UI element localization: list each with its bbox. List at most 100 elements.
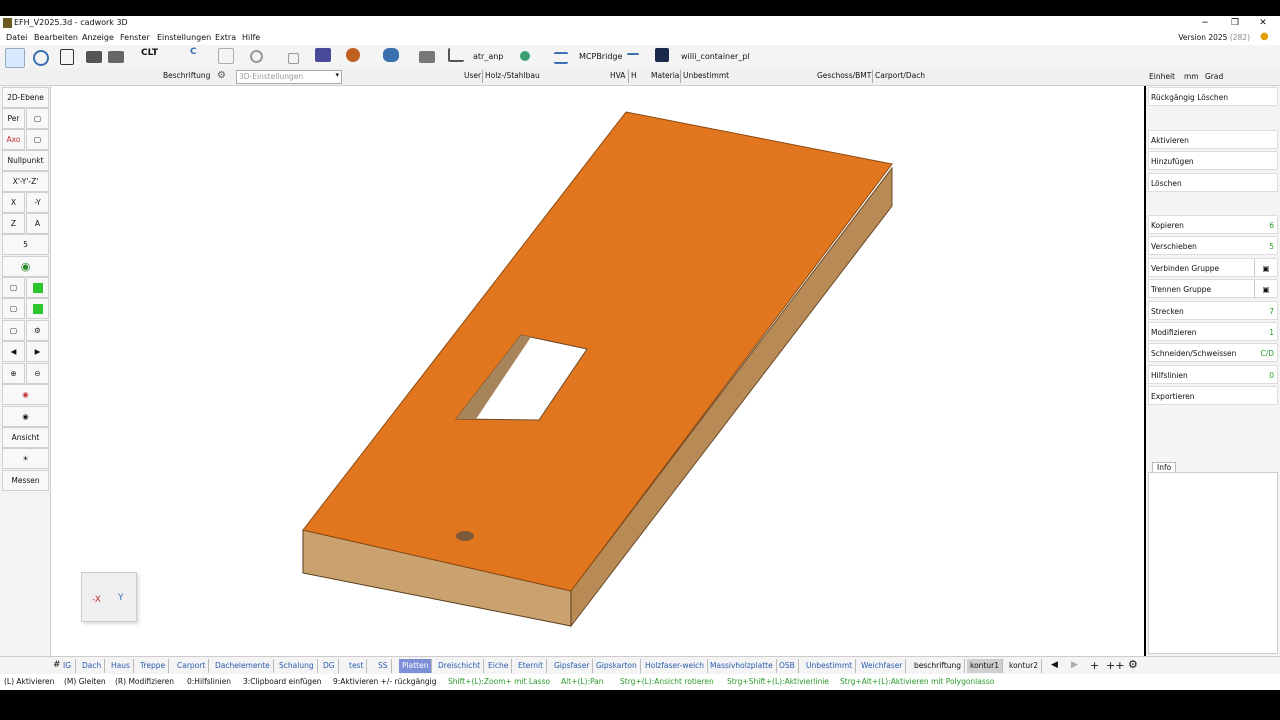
select-icon[interactable] <box>5 48 25 68</box>
cube-wire-icon[interactable]: ▢ <box>2 277 25 298</box>
tab-dach[interactable]: Dach <box>79 659 106 673</box>
z-view-button[interactable]: Z <box>2 213 25 234</box>
cube-per-icon[interactable]: ▢ <box>26 108 49 129</box>
tab-carport[interactable]: Carport <box>174 659 210 673</box>
chart-icon[interactable] <box>448 48 464 62</box>
light-next-icon[interactable]: ▶ <box>26 341 49 362</box>
csv-icon[interactable] <box>315 48 331 62</box>
material-value[interactable]: Unbestimmt <box>683 71 729 80</box>
truck-icon[interactable] <box>419 51 435 63</box>
messen-button[interactable]: Messen <box>2 470 49 491</box>
light-prev-icon[interactable]: ◀ <box>2 341 25 362</box>
xyz-button[interactable]: X'-Y'-Z' <box>2 171 49 192</box>
clt-button[interactable]: CLT <box>141 48 158 58</box>
3d-viewport[interactable]: -X Y <box>51 86 1144 656</box>
export-icon[interactable] <box>108 51 124 63</box>
modifizieren-button[interactable]: Modifizieren 1 <box>1148 322 1278 341</box>
a-view-button[interactable]: A <box>26 213 49 234</box>
verbinden-gruppe-button[interactable]: Verbinden Gruppe ▣ <box>1148 258 1278 278</box>
beschriftung-button[interactable]: Beschriftung <box>163 71 210 80</box>
gear-icon[interactable]: ⚙ <box>217 70 229 82</box>
ansicht-button[interactable]: Ansicht <box>2 427 49 448</box>
per-button[interactable]: Per <box>2 108 25 129</box>
menu-fenster[interactable]: Fenster <box>120 33 150 42</box>
exportieren-button[interactable]: Exportieren <box>1148 386 1278 405</box>
geschoss-value[interactable]: Carport/Dach <box>875 71 925 80</box>
atom-icon[interactable] <box>520 51 530 61</box>
tab-unbestimmt[interactable]: Unbestimmt <box>803 659 857 673</box>
lock-icon[interactable] <box>288 53 299 64</box>
nullpunkt-button[interactable]: Nullpunkt <box>2 150 49 171</box>
view-wheel-icon[interactable]: ☀ <box>2 448 49 469</box>
tab-weichfaser[interactable]: Weichfaser <box>858 659 907 673</box>
plus-line-icon[interactable] <box>627 53 639 61</box>
minimize-button[interactable]: − <box>1190 17 1220 30</box>
tab-osb[interactable]: OSB <box>776 659 799 673</box>
undo-delete-button[interactable]: Rückgängig Löschen <box>1148 87 1278 106</box>
tab-gipskarton[interactable]: Gipskarton <box>593 659 641 673</box>
view-cube[interactable]: -X Y <box>81 572 137 622</box>
x-view-button[interactable]: X <box>2 192 25 213</box>
tab-treppe[interactable]: Treppe <box>137 659 170 673</box>
restore-button[interactable]: ❐ <box>1220 17 1250 30</box>
h-label[interactable]: H <box>631 71 637 80</box>
tab-ig[interactable]: IG <box>60 659 76 673</box>
tab-haus[interactable]: Haus <box>108 659 134 673</box>
zoom-in-icon[interactable]: ⊕ <box>2 363 25 384</box>
menu-anzeige[interactable]: Anzeige <box>82 33 114 42</box>
group-split-icon[interactable]: ▣ <box>1254 280 1277 299</box>
tab-kontur1[interactable]: kontur1 <box>967 659 1003 673</box>
tab-eiche[interactable]: Eiche <box>485 659 513 673</box>
tab-dg[interactable]: DG <box>320 659 339 673</box>
globe-icon[interactable] <box>33 50 49 66</box>
c-button[interactable]: C <box>190 47 197 57</box>
machine-icon[interactable] <box>86 51 102 63</box>
tab-beschriftung[interactable]: beschriftung <box>911 659 966 673</box>
plan-icon[interactable] <box>218 48 234 64</box>
tab-kontur2[interactable]: kontur2 <box>1006 659 1042 673</box>
zoom-window-icon[interactable]: ◉ <box>2 406 49 427</box>
tab-ss[interactable]: SS <box>375 659 392 673</box>
tab-scroll-left-icon[interactable]: ◀ <box>1051 660 1058 670</box>
menu-extra[interactable]: Extra <box>215 33 236 42</box>
menu-datei[interactable]: Datei <box>6 33 27 42</box>
tab-dreischicht[interactable]: Dreischicht <box>435 659 485 673</box>
rotate-view-icon[interactable]: ◉ <box>2 256 49 277</box>
bridge-icon[interactable] <box>554 52 568 64</box>
hilfslinien-button[interactable]: Hilfslinien 0 <box>1148 365 1278 384</box>
python-icon[interactable] <box>383 48 399 62</box>
user-value[interactable]: Holz-/Stahlbau <box>485 71 540 80</box>
add-multiple-tabs-icon[interactable]: ++ <box>1106 659 1124 672</box>
2d-ebene-button[interactable]: 2D-Ebene <box>2 87 49 108</box>
cube-axo-icon[interactable]: ▢ <box>26 129 49 150</box>
five-button[interactable]: 5 <box>2 234 49 255</box>
group-join-icon[interactable]: ▣ <box>1254 259 1277 278</box>
hva-label[interactable]: HVA <box>610 71 625 80</box>
search-icon[interactable] <box>250 50 263 63</box>
tab-scroll-right-icon[interactable]: ▶ <box>1071 660 1078 670</box>
tab-settings-icon[interactable]: ⚙ <box>1128 658 1138 671</box>
container-icon[interactable] <box>655 48 669 62</box>
verschieben-button[interactable]: Verschieben 5 <box>1148 236 1278 255</box>
tab-gipsfaser[interactable]: Gipsfaser <box>551 659 594 673</box>
angle-value[interactable]: Grad <box>1205 72 1223 81</box>
aktivieren-button[interactable]: Aktivieren <box>1148 130 1278 149</box>
loeschen-button[interactable]: Löschen <box>1148 173 1278 192</box>
tab-massivholzplatte[interactable]: Massivholzplatte <box>707 659 777 673</box>
minus-y-view-button[interactable]: -Y <box>26 192 49 213</box>
zoom-out-icon[interactable]: ⊖ <box>26 363 49 384</box>
settings-select[interactable]: 3D-Einstellungen ▾ <box>236 70 342 84</box>
cube-outline-icon[interactable]: ▢ <box>2 298 25 319</box>
unit-value[interactable]: mm <box>1184 72 1199 81</box>
cube-hidden-icon[interactable]: ▢ <box>2 320 25 341</box>
trennen-gruppe-button[interactable]: Trennen Gruppe ▣ <box>1148 279 1278 299</box>
menu-hilfe[interactable]: Hilfe <box>242 33 260 42</box>
zoom-all-icon[interactable]: ◉ <box>2 384 49 405</box>
schneiden-schweissen-button[interactable]: Schneiden/Schweissen C/D <box>1148 343 1278 362</box>
mcpbridge-button[interactable]: MCPBridge <box>579 52 622 61</box>
tab-holzfaser-weich[interactable]: Holzfaser-weich <box>642 659 709 673</box>
cube-green-icon[interactable] <box>26 298 49 319</box>
tab-schalung[interactable]: Schalung <box>276 659 318 673</box>
gear-plugin-icon[interactable] <box>346 48 360 62</box>
close-button[interactable]: ✕ <box>1248 17 1278 30</box>
